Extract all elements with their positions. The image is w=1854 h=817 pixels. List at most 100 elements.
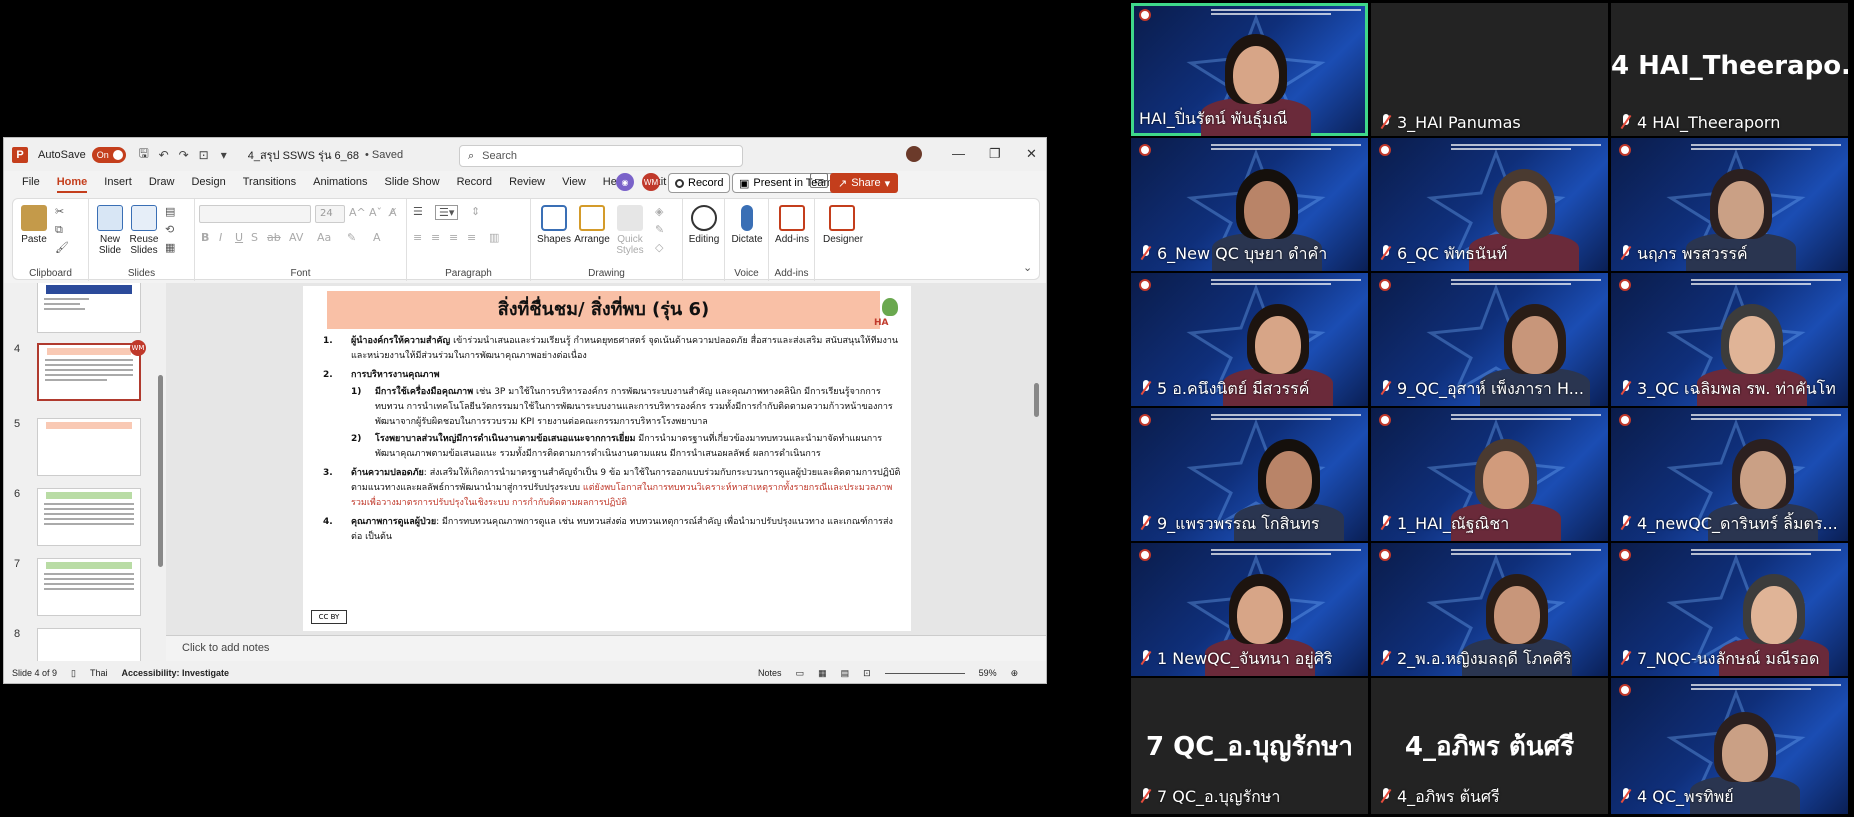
slide-scrollbar[interactable]	[1032, 283, 1042, 635]
increase-font-icon[interactable]: A^	[349, 206, 366, 219]
presenter-icon[interactable]: ⊡	[194, 148, 214, 162]
restore-icon[interactable]: ❐	[989, 146, 1001, 162]
quick-styles-button[interactable]: Quick Styles	[611, 205, 649, 256]
tab-transitions[interactable]: Transitions	[243, 171, 296, 193]
participant-tile[interactable]: 9_QC_อุสาห์ เพ็งภารา H...	[1371, 273, 1608, 406]
shape-outline-icon[interactable]: ✎	[655, 223, 664, 236]
font-name-input[interactable]	[199, 205, 311, 223]
decrease-font-icon[interactable]: Aˇ	[369, 206, 382, 219]
undo-icon[interactable]: ↶	[154, 148, 174, 162]
justify-icon[interactable]: ≡	[467, 231, 476, 244]
shadow-icon[interactable]: S	[251, 231, 258, 244]
shape-effects-icon[interactable]: ◇	[655, 241, 663, 254]
search-input[interactable]: ⌕ Search	[459, 145, 743, 167]
bullets-icon[interactable]: ☰	[413, 205, 423, 218]
language-status[interactable]: Thai	[90, 668, 108, 678]
participant-tile[interactable]: 4 QC_พรทิพย์	[1611, 678, 1848, 814]
participant-tile[interactable]: 1_HAI_ณัฐณิชา	[1371, 408, 1608, 541]
tab-home[interactable]: Home	[56, 171, 87, 193]
autosave-toggle[interactable]: On	[91, 146, 126, 163]
slide-thumb-6[interactable]: 6	[8, 488, 158, 552]
align-right-icon[interactable]: ≡	[449, 231, 458, 244]
tab-slide-show[interactable]: Slide Show	[385, 171, 440, 193]
addins-button[interactable]: Add-ins	[773, 205, 811, 245]
accessibility-status[interactable]: Accessibility: Investigate	[122, 668, 230, 678]
slide-thumb-8[interactable]: 8	[8, 628, 158, 661]
collapse-ribbon-icon[interactable]: ⌄	[1023, 261, 1032, 274]
reset-icon[interactable]: ⟲	[165, 223, 174, 236]
slide-title[interactable]: สิ่งที่ชื่นชม/ สิ่งที่พบ (รุ่น 6)	[327, 291, 880, 329]
participant-tile[interactable]: นฤภร พรสวรรค์	[1611, 138, 1848, 271]
thumbnail-scrollbar-thumb[interactable]	[158, 375, 163, 567]
reading-view-icon[interactable]: ▤	[841, 668, 850, 679]
italic-icon[interactable]: I	[219, 231, 222, 244]
participant-tile[interactable]: 6_New QC บุษยา ดำคำ	[1131, 138, 1368, 271]
numbering-icon[interactable]: ☰▾	[435, 205, 459, 220]
align-center-icon[interactable]: ≡	[431, 231, 440, 244]
thumbnail-scrollbar[interactable]	[156, 283, 164, 661]
slide-thumb-4[interactable]: 4 WM	[8, 340, 158, 407]
participant-tile[interactable]: 3_QC เฉลิมพล รพ. ท่าคันโท	[1611, 273, 1848, 406]
strikethrough-icon[interactable]: ab	[267, 231, 281, 244]
zoom-level[interactable]: 59%	[979, 668, 997, 678]
participant-tile[interactable]: 4 HAI_Theerapo... 4 HAI_Theeraporn	[1611, 3, 1848, 136]
spellcheck-icon[interactable]: ▯	[71, 668, 76, 679]
section-icon[interactable]: ▦	[165, 241, 175, 254]
close-icon[interactable]: ✕	[1026, 146, 1037, 162]
tab-record[interactable]: Record	[457, 171, 492, 193]
slide-thumb-5[interactable]: 5	[8, 418, 158, 482]
slide-body[interactable]: 1. ผู้นำองค์กรให้ความสำคัญ เข้าร่วมนำเสน…	[323, 334, 903, 549]
participant-tile[interactable]: 7_NQC-นงลักษณ์ มณีรอด	[1611, 543, 1848, 676]
dictate-button[interactable]: Dictate	[728, 205, 766, 245]
underline-icon[interactable]: U	[235, 231, 243, 244]
align-left-icon[interactable]: ≡	[413, 231, 422, 244]
participant-tile[interactable]: 4_newQC_ดารินทร์ ลิ้มตร...	[1611, 408, 1848, 541]
slide-thumb-7[interactable]: 7	[8, 558, 158, 622]
user-badge[interactable]: WM	[642, 173, 660, 191]
slide-sorter-icon[interactable]: ▦	[818, 668, 827, 679]
font-size-input[interactable]: 24	[315, 205, 345, 223]
cut-icon[interactable]: ✂	[55, 205, 64, 218]
tab-review[interactable]: Review	[509, 171, 545, 193]
paste-button[interactable]: Paste	[15, 205, 53, 245]
layout-icon[interactable]: ▤	[165, 205, 175, 218]
participant-tile[interactable]: 9_แพรวพรรณ โกสินทร	[1131, 408, 1368, 541]
format-painter-icon[interactable]: 🖌	[55, 241, 69, 254]
notes-pane[interactable]: Click to add notes	[166, 635, 1046, 661]
slideshow-icon[interactable]: ⊡	[863, 668, 871, 679]
customize-qat-icon[interactable]: ▾	[214, 148, 234, 162]
participant-tile[interactable]: 4_อภิพร ต้นศรี 4_อภิพร ต้นศรี	[1371, 678, 1608, 814]
tab-insert[interactable]: Insert	[104, 171, 132, 193]
line-spacing-icon[interactable]: ⇕	[471, 205, 480, 218]
char-spacing-icon[interactable]: AV	[289, 231, 303, 244]
fit-slide-icon[interactable]: ⊕	[1011, 668, 1019, 679]
columns-icon[interactable]: ▥	[489, 231, 499, 244]
notes-toggle[interactable]: Notes	[758, 668, 782, 678]
tab-animations[interactable]: Animations	[313, 171, 367, 193]
share-button[interactable]: ↗ Share ▾	[830, 173, 899, 193]
save-icon[interactable]: 🖫	[134, 144, 154, 165]
reuse-slides-button[interactable]: Reuse Slides	[125, 205, 163, 256]
slide-thumb-3[interactable]	[8, 283, 158, 345]
comments-icon[interactable]: ▭	[810, 173, 829, 188]
change-case-icon[interactable]: Aa	[317, 231, 331, 244]
shapes-button[interactable]: Shapes	[535, 205, 573, 245]
tab-design[interactable]: Design	[191, 171, 225, 193]
record-button[interactable]: Record	[668, 173, 731, 193]
highlight-icon[interactable]: ✎	[347, 231, 356, 244]
slide-scrollbar-thumb[interactable]	[1034, 383, 1039, 417]
slide-canvas[interactable]: สิ่งที่ชื่นชม/ สิ่งที่พบ (รุ่น 6) HA 1. …	[303, 286, 911, 631]
tab-draw[interactable]: Draw	[149, 171, 175, 193]
zoom-slider[interactable]	[884, 672, 965, 674]
shape-fill-icon[interactable]: ◈	[655, 205, 663, 218]
bold-icon[interactable]: B	[201, 231, 209, 244]
user-avatar[interactable]	[906, 146, 922, 162]
clear-format-icon[interactable]: A̸	[389, 206, 397, 219]
copilot-icon[interactable]: ◉	[616, 173, 634, 191]
participant-tile[interactable]: 6_QC พัทธนันท์	[1371, 138, 1608, 271]
participant-tile[interactable]: HAI_ปิ่นรัตน์ พันธุ์มณี	[1131, 3, 1368, 136]
editing-button[interactable]: Editing	[685, 205, 723, 245]
participant-tile[interactable]: 3_HAI Panumas	[1371, 3, 1608, 136]
redo-icon[interactable]: ↷	[174, 148, 194, 162]
font-color-icon[interactable]: A	[373, 231, 381, 244]
